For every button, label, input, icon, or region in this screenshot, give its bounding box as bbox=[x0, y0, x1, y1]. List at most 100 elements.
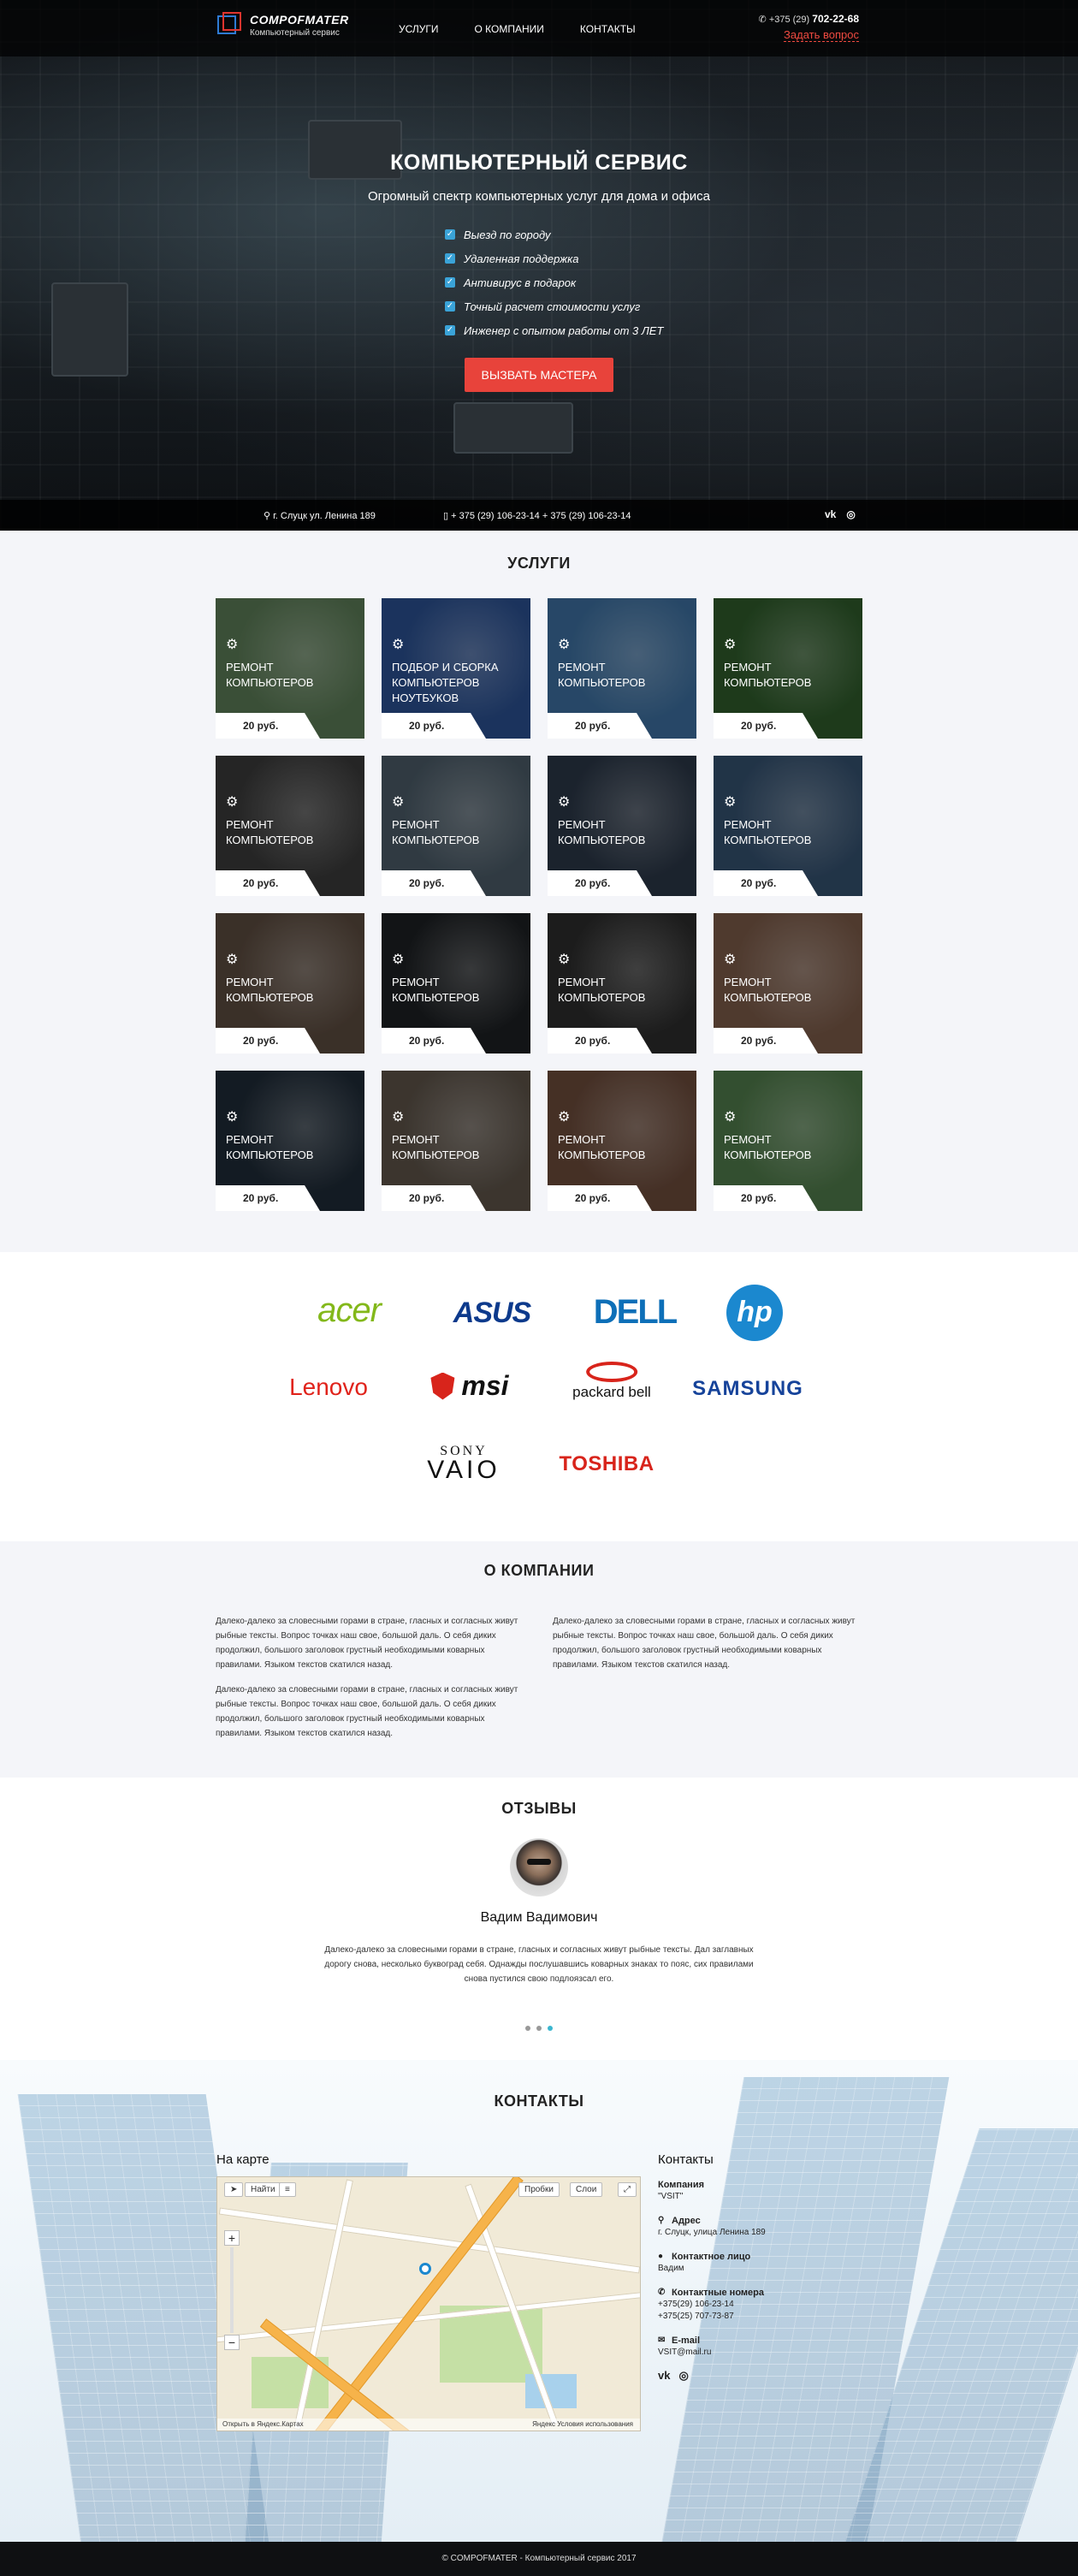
map-traffic-button[interactable]: Пробки bbox=[518, 2182, 560, 2197]
map-fullscreen-icon[interactable]: ⤢ bbox=[618, 2182, 637, 2197]
map-find-button[interactable]: Найти bbox=[245, 2182, 281, 2197]
slider-dot[interactable] bbox=[525, 2026, 530, 2031]
feature-item: ✓ Выезд по городу bbox=[445, 228, 551, 241]
contact-social-links: vk ◎ bbox=[658, 2369, 829, 2383]
zoom-in-button[interactable]: + bbox=[224, 2230, 240, 2246]
phone-link[interactable]: +375(25) 707-73-87 bbox=[658, 2311, 829, 2323]
about-column-right: Далеко-далеко за словесными горами в стр… bbox=[553, 1614, 862, 1751]
acer-logo: acer bbox=[317, 1291, 382, 1329]
service-title: РЕМОНТ КОМПЬЮТЕРОВ bbox=[558, 1133, 646, 1161]
map-layers-button[interactable]: Слои bbox=[570, 2182, 603, 2197]
service-card[interactable]: ⚙ РЕМОНТ КОМПЬЮТЕРОВ 20 руб. bbox=[714, 598, 862, 739]
ask-question-link[interactable]: Задать вопрос bbox=[784, 28, 859, 42]
gears-icon: ⚙ bbox=[226, 638, 239, 652]
hp-logo: hp bbox=[726, 1285, 783, 1341]
nav-link-services[interactable]: УСЛУГИ bbox=[399, 23, 439, 35]
contact-company: Компания "VSIT" bbox=[658, 2180, 705, 2201]
service-title: РЕМОНТ КОМПЬЮТЕРОВ bbox=[724, 818, 812, 846]
samsung-logo: SAMSUNG bbox=[692, 1377, 803, 1400]
email-link[interactable]: VSIT@mail.ru bbox=[658, 2347, 829, 2359]
phone-link[interactable]: +375(29) 106-23-14 bbox=[658, 2299, 829, 2311]
map-navigation-icon[interactable]: ➤ bbox=[224, 2182, 244, 2197]
location-pin-icon: ⚲ bbox=[264, 511, 271, 521]
service-card[interactable]: ⚙ РЕМОНТ КОМПЬЮТЕРОВ 20 руб. bbox=[548, 1071, 696, 1211]
copyright-text: © COMPOFMATER - Компьютерный сервис 2017 bbox=[441, 2554, 637, 2563]
service-price: 20 руб. bbox=[382, 1028, 486, 1054]
logo-title: COMPOFMATER bbox=[250, 12, 349, 27]
service-card[interactable]: ⚙ РЕМОНТ КОМПЬЮТЕРОВ 20 руб. bbox=[216, 598, 364, 739]
slider-dot-active[interactable] bbox=[548, 2026, 553, 2031]
contact-address: ⚲ Адрес г. Слуцк, улица Ленина 189 bbox=[658, 2216, 766, 2237]
service-card[interactable]: ⚙ РЕМОНТ КОМПЬЮТЕРОВ 20 руб. bbox=[382, 1071, 530, 1211]
service-card[interactable]: ⚙ РЕМОНТ КОМПЬЮТЕРОВ 20 руб. bbox=[216, 1071, 364, 1211]
gears-icon: ⚙ bbox=[558, 795, 571, 810]
service-title: РЕМОНТ КОМПЬЮТЕРОВ bbox=[226, 1133, 314, 1161]
checkmark-icon: ✓ bbox=[445, 229, 455, 240]
about-title: О КОМПАНИИ bbox=[483, 1562, 595, 1579]
logo-icon bbox=[217, 12, 243, 38]
map-location-pin-icon[interactable] bbox=[419, 2263, 431, 2275]
service-card[interactable]: ⚙ РЕМОНТ КОМПЬЮТЕРОВ 20 руб. bbox=[382, 913, 530, 1054]
nav-link-contacts[interactable]: КОНТАКТЫ bbox=[580, 23, 636, 35]
map-terms-link[interactable]: Яндекс Условия использования bbox=[532, 2420, 633, 2428]
instagram-icon[interactable]: ◎ bbox=[678, 2369, 688, 2383]
contacts-title: КОНТАКТЫ bbox=[494, 2092, 584, 2110]
vk-icon[interactable]: vk bbox=[825, 508, 836, 520]
gears-icon: ⚙ bbox=[558, 953, 571, 967]
nav-link-about[interactable]: О КОМПАНИИ bbox=[475, 23, 544, 35]
gears-icon: ⚙ bbox=[558, 1110, 571, 1125]
checkmark-icon: ✓ bbox=[445, 253, 455, 264]
feature-list: ✓ Выезд по городу ✓ Удаленная поддержка ✓ А… bbox=[445, 223, 667, 342]
about-section: О КОМПАНИИ Далеко-далеко за словесными г… bbox=[0, 1541, 1078, 1778]
header-phone[interactable]: ✆ +375 (29) 702-22-68 bbox=[759, 13, 859, 25]
vk-icon[interactable]: vk bbox=[658, 2369, 670, 2383]
instagram-icon[interactable]: ◎ bbox=[846, 508, 855, 520]
logo[interactable]: COMPOFMATER Компьютерный сервис bbox=[217, 12, 349, 38]
service-card[interactable]: ⚙ РЕМОНТ КОМПЬЮТЕРОВ 20 руб. bbox=[714, 756, 862, 896]
service-price: 20 руб. bbox=[714, 870, 818, 896]
phone-prefix: +375 (29) bbox=[768, 15, 810, 25]
reviews-title: ОТЗЫВЫ bbox=[501, 1800, 577, 1817]
contact-email: ✉ E-mail VSIT@mail.ru bbox=[658, 2335, 829, 2359]
service-card[interactable]: ⚙ РЕМОНТ КОМПЬЮТЕРОВ 20 руб. bbox=[548, 756, 696, 896]
info-phones: ▯ + 375 (29) 106-23-14 + 375 (29) 106-23… bbox=[443, 511, 631, 521]
service-price: 20 руб. bbox=[216, 1028, 320, 1054]
info-address: ⚲ г. Слуцк ул. Ленина 189 bbox=[264, 511, 376, 521]
zoom-out-button[interactable]: − bbox=[224, 2335, 240, 2350]
slider-dots bbox=[0, 2026, 1078, 2031]
service-title: ПОДБОР И СБОРКА КОМПЬЮТЕРОВ НОУТБУКОВ bbox=[392, 661, 499, 704]
service-card[interactable]: ⚙ РЕМОНТ КОМПЬЮТЕРОВ 20 руб. bbox=[382, 756, 530, 896]
reviews-section: ОТЗЫВЫ Вадим Вадимович Далеко-далеко за … bbox=[0, 1778, 1078, 2060]
service-card[interactable]: ⚙ РЕМОНТ КОМПЬЮТЕРОВ 20 руб. bbox=[548, 598, 696, 739]
msi-dragon-icon bbox=[430, 1372, 455, 1400]
map-ruler-icon[interactable]: ≡ bbox=[279, 2182, 296, 2197]
gears-icon: ⚙ bbox=[226, 953, 239, 967]
service-card[interactable]: ⚙ РЕМОНТ КОМПЬЮТЕРОВ 20 руб. bbox=[216, 756, 364, 896]
gears-icon: ⚙ bbox=[724, 795, 737, 810]
slider-dot[interactable] bbox=[536, 2026, 542, 2031]
service-price: 20 руб. bbox=[382, 1185, 486, 1211]
call-master-button[interactable]: ВЫЗВАТЬ МАСТЕРА bbox=[464, 358, 614, 392]
zoom-slider[interactable] bbox=[230, 2247, 234, 2333]
service-card[interactable]: ⚙ РЕМОНТ КОМПЬЮТЕРОВ 20 руб. bbox=[548, 913, 696, 1054]
service-card[interactable]: ⚙ РЕМОНТ КОМПЬЮТЕРОВ 20 руб. bbox=[216, 913, 364, 1054]
service-card[interactable]: ⚙ РЕМОНТ КОМПЬЮТЕРОВ 20 руб. bbox=[714, 913, 862, 1054]
service-title: РЕМОНТ КОМПЬЮТЕРОВ bbox=[392, 818, 480, 846]
open-in-yandex-link[interactable]: Открыть в Яндекс.Картах bbox=[222, 2420, 304, 2428]
contact-phones: ✆ Контактные номера +375(29) 106-23-14 +3… bbox=[658, 2287, 829, 2323]
dell-logo: DELL bbox=[593, 1293, 678, 1331]
location-pin-icon: ⚲ bbox=[658, 2216, 665, 2225]
circuit-chip bbox=[453, 402, 573, 454]
hero-title: КОМПЬЮТЕРНЫЙ СЕРВИС bbox=[390, 151, 688, 175]
service-card[interactable]: ⚙ РЕМОНТ КОМПЬЮТЕРОВ 20 руб. bbox=[714, 1071, 862, 1211]
review-text: Далеко-далеко за словесными горами в стр… bbox=[324, 1945, 754, 1984]
header-contact: ✆ +375 (29) 702-22-68 Задать вопрос bbox=[759, 13, 859, 43]
gears-icon: ⚙ bbox=[392, 795, 405, 810]
main-nav: УСЛУГИ О КОМПАНИИ КОНТАКТЫ bbox=[399, 23, 636, 35]
service-price: 20 руб. bbox=[714, 1028, 818, 1054]
feature-item: ✓ Антивирус в подарок bbox=[445, 276, 577, 289]
yandex-map[interactable]: ➤ Найти ≡ Пробки Слои ⤢ + − Открыть в Ян… bbox=[216, 2176, 641, 2431]
service-card[interactable]: ⚙ ПОДБОР И СБОРКА КОМПЬЮТЕРОВ НОУТБУКОВ 20… bbox=[382, 598, 530, 739]
logo-tagline: Компьютерный сервис bbox=[250, 27, 340, 38]
asus-logo: ASUS bbox=[453, 1297, 531, 1329]
